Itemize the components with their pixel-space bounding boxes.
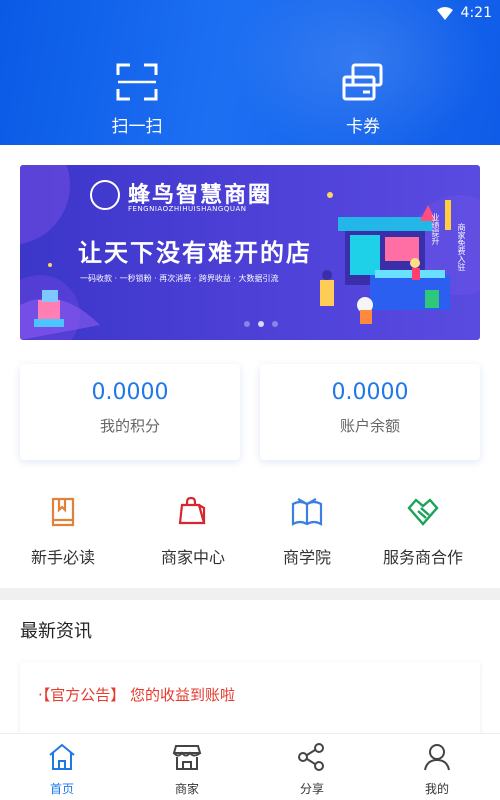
book-icon [48,496,78,532]
tab-merchant[interactable]: 商家 [147,742,227,797]
coupon-icon [341,62,385,106]
points-label: 我的积分 [99,417,160,435]
handshake-icon [406,496,440,532]
section-divider [0,588,500,600]
balance-label: 账户余额 [339,417,400,435]
banner-pagination[interactable] [244,321,278,327]
menu-business-school[interactable]: 商学院 [252,496,362,568]
tab-label: 我的 [424,782,449,796]
banner-dot[interactable] [272,321,278,327]
menu-merchant-center[interactable]: 商家中心 [138,496,248,568]
tab-share[interactable]: 分享 [272,742,352,797]
brand-logo-icon [90,180,120,210]
scan-icon [115,62,159,106]
header: 4:21 扫一扫 卡券 [0,0,500,145]
tab-label: 商家 [174,782,199,796]
bottom-tabbar: 首页 商家 分享 我的 [0,733,500,800]
open-book-icon [290,496,324,532]
tab-label: 首页 [49,782,74,796]
banner-brand-pinyin: FENGNIAOZHIHUISHANGQUAN [128,205,247,213]
user-icon [422,742,452,776]
quick-menu: 新手必读 商家中心 商学院 服务商合作 [0,496,500,568]
banner-dot[interactable] [244,321,250,327]
shopping-bag-icon [177,496,209,532]
banner-features: 一码收款 · 一秒锁粉 · 再次消费 · 跨界收益 · 大数据引流 [80,274,279,283]
banner-side-text-2: 商家免费入驻 [457,223,466,271]
news-item[interactable]: ·【官方公告】 您的收益到账啦 [38,684,235,705]
points-value: 0.0000 [91,380,169,405]
menu-label: 服务商合作 [382,548,463,567]
balance-card[interactable]: 0.0000 账户余额 [260,364,480,460]
menu-label: 商学院 [282,548,331,567]
banner-slogan: 让天下没有难开的店 [78,239,312,267]
menu-label: 新手必读 [30,548,95,567]
share-icon [297,742,327,776]
balance-value: 0.0000 [331,380,409,405]
banner-dot-active[interactable] [258,321,264,327]
wifi-icon [436,6,453,20]
tab-label: 分享 [299,782,324,796]
banner-side-text-1: 业绩提升 [431,213,440,245]
status-time: 4:21 [460,5,492,21]
news-section-title: 最新资讯 [20,621,92,642]
tab-home[interactable]: 首页 [22,742,102,797]
promo-banner[interactable]: 蜂鸟智慧商圈 FENGNIAOZHIHUISHANGQUAN 让天下没有难开的店… [20,165,480,340]
coupon-button[interactable]: 卡券 [318,62,408,137]
coupon-label: 卡券 [346,117,380,137]
tab-mine[interactable]: 我的 [397,742,477,797]
scan-button[interactable]: 扫一扫 [92,62,182,137]
scan-label: 扫一扫 [111,117,163,137]
status-bar: 4:21 [436,3,492,23]
store-icon [172,742,202,776]
menu-label: 商家中心 [160,548,225,567]
points-card[interactable]: 0.0000 我的积分 [20,364,240,460]
home-icon [47,742,77,776]
menu-partner-cooperation[interactable]: 服务商合作 [368,496,478,568]
menu-beginner-guide[interactable]: 新手必读 [8,496,118,568]
